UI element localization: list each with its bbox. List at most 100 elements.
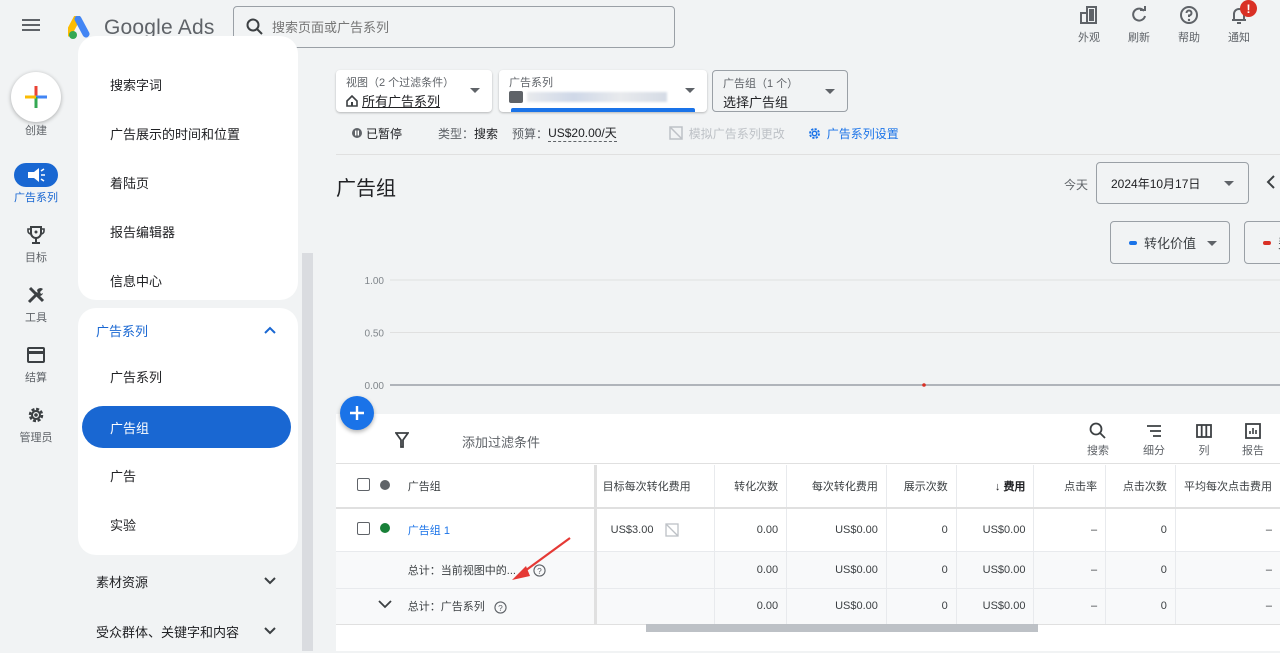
rail-item-admin[interactable]: 管理员 xyxy=(0,403,72,445)
nav-item-adgroups-active[interactable]: 广告组 xyxy=(82,406,291,448)
total-row-view: 总计：当前视图中的... ? 0.00 US$0.00 0 US$0.00 – … xyxy=(336,551,1280,589)
nav-section-assets[interactable]: 素材资源 xyxy=(78,559,298,603)
col-header-cost[interactable]: ↓ 费用 xyxy=(956,465,1035,509)
col-header-avg-cpc[interactable]: 平均每次点击费用 xyxy=(1175,465,1280,509)
rail-label-tools: 工具 xyxy=(25,312,47,324)
clicks-cell: 0 xyxy=(1105,551,1176,589)
create-button[interactable] xyxy=(11,72,61,122)
chevron-up-icon xyxy=(264,326,276,334)
table-horizontal-scrollbar[interactable] xyxy=(646,624,1038,632)
rail-item-billing[interactable]: 结算 xyxy=(0,343,72,385)
nav-scrollbar-thumb[interactable] xyxy=(302,253,313,651)
col-header-clicks[interactable]: 点击次数 xyxy=(1105,465,1176,509)
tool-label: 报告 xyxy=(1242,445,1264,457)
cost-per-conv-cell: US$0.00 xyxy=(786,588,887,625)
adgroup-table-card: 添加过滤条件 搜索 细分 列 报告 广告组 目标每次转化费用 转化次数 每次转化… xyxy=(336,414,1280,651)
main-content: 视图（2 个过滤条件） 所有广告系列 广告系列 广告组（1 个） 选择广告组 已… xyxy=(320,56,1280,651)
conversions-cell: 0.00 xyxy=(714,588,788,625)
rail-label-admin: 管理员 xyxy=(19,432,53,444)
campaign-status-row: 已暂停 类型： 搜索 预算： US$20.00/天 模拟广告系列更改 广告系列设… xyxy=(352,124,899,142)
columns-button[interactable]: 列 xyxy=(1184,422,1224,458)
nav-section-assets-label: 素材资源 xyxy=(96,574,149,590)
col-header-target-cpa[interactable]: 目标每次转化费用 xyxy=(595,465,716,509)
col-header-cost-per-conv[interactable]: 每次转化费用 xyxy=(786,465,887,509)
plus-icon xyxy=(350,406,364,420)
search-campaign-icon xyxy=(509,91,523,103)
campaign-selector[interactable]: 广告系列 xyxy=(499,70,707,112)
col-header-impressions[interactable]: 展示次数 xyxy=(886,465,957,509)
cost-per-conv-cell: US$0.00 xyxy=(786,508,887,552)
chevron-left-icon[interactable] xyxy=(1265,174,1277,190)
tools-icon xyxy=(27,286,45,304)
nav-item-report-editor[interactable]: 报告编辑器 xyxy=(78,209,298,253)
help-label: 帮助 xyxy=(1178,32,1200,44)
col-header-conversions[interactable]: 转化次数 xyxy=(714,465,788,509)
filter-icon[interactable] xyxy=(395,432,409,448)
row-checkbox[interactable] xyxy=(356,521,370,535)
segment-icon xyxy=(1147,425,1161,437)
help-icon xyxy=(1180,6,1198,24)
campaign-settings-link[interactable]: 广告系列设置 xyxy=(827,125,899,142)
nav-item-experiments[interactable]: 实验 xyxy=(78,502,298,546)
col-header-ctr[interactable]: 点击率 xyxy=(1033,465,1107,509)
status-enabled-icon[interactable] xyxy=(379,523,390,534)
menu-icon[interactable] xyxy=(22,16,50,40)
reports-button[interactable]: 报告 xyxy=(1233,422,1273,458)
nav-item-search-terms[interactable]: 搜索字词 xyxy=(78,62,298,106)
y-tick-label: 1.00 xyxy=(365,276,385,287)
columns-icon xyxy=(1196,424,1212,438)
impressions-cell: 0 xyxy=(886,551,957,589)
nav-item-landing-pages[interactable]: 着陆页 xyxy=(78,160,298,204)
adgroup-selector[interactable]: 广告组（1 个） 选择广告组 xyxy=(712,70,848,112)
nav-section-campaigns[interactable]: 广告系列 xyxy=(78,308,298,352)
notifications-button[interactable]: ! 通知 xyxy=(1214,0,1264,45)
nav-item-campaigns[interactable]: 广告系列 xyxy=(78,354,298,398)
nav-item-dashboards[interactable]: 信息中心 xyxy=(78,258,298,302)
report-icon xyxy=(1245,423,1261,439)
clicks-cell: 0 xyxy=(1105,588,1176,625)
appearance-label: 外观 xyxy=(1078,32,1100,44)
today-label: 今天 xyxy=(1064,178,1089,192)
nav-item-when-where[interactable]: 广告展示的时间和位置 xyxy=(78,111,298,155)
select-all-checkbox[interactable] xyxy=(356,478,370,491)
tool-label: 列 xyxy=(1198,445,1210,457)
col-header-adgroup[interactable]: 广告组 xyxy=(399,465,597,509)
view-selector[interactable]: 视图（2 个过滤条件） 所有广告系列 xyxy=(336,70,492,112)
add-adgroup-fab[interactable] xyxy=(340,396,374,430)
add-filter-input[interactable]: 添加过滤条件 xyxy=(462,432,540,451)
data-point[interactable] xyxy=(922,383,926,387)
search-input[interactable] xyxy=(272,19,652,35)
simulate-button[interactable]: 模拟广告系列更改 xyxy=(689,125,785,142)
nav-section-audiences[interactable]: 受众群体、关键字和内容 xyxy=(78,609,298,653)
status-column-icon[interactable] xyxy=(379,479,390,490)
notifications-label: 通知 xyxy=(1228,32,1250,44)
help-button[interactable]: 帮助 xyxy=(1164,4,1214,45)
target-cpa-cell xyxy=(595,551,716,589)
rail-item-goals[interactable]: 目标 xyxy=(0,223,72,265)
appearance-button[interactable]: 外观 xyxy=(1064,4,1114,45)
segment-button[interactable]: 细分 xyxy=(1134,422,1174,458)
filter-bar: 添加过滤条件 搜索 细分 列 报告 xyxy=(336,414,1280,464)
navigation-panel: 搜索字词 广告展示的时间和位置 着陆页 报告编辑器 信息中心 广告系列 广告系列… xyxy=(78,36,298,653)
total-row-campaign: 总计：广告系列 ? 0.00 US$0.00 0 US$0.00 – 0 – xyxy=(336,588,1280,625)
gear-icon xyxy=(28,407,44,423)
metric-selector-cost[interactable]: 费 xyxy=(1244,221,1280,264)
budget-value[interactable]: US$20.00/天 xyxy=(548,124,617,142)
date-range-picker[interactable]: 2024年10月17日 xyxy=(1096,162,1249,204)
adgroup-value: 选择广告组 xyxy=(723,95,789,110)
paused-icon xyxy=(352,128,362,138)
simulate-icon xyxy=(664,523,679,537)
rail-item-tools[interactable]: 工具 xyxy=(0,283,72,325)
search-box[interactable] xyxy=(233,6,675,48)
table-search-button[interactable]: 搜索 xyxy=(1078,422,1118,458)
help-icon[interactable]: ? xyxy=(494,600,507,614)
refresh-button[interactable]: 刷新 xyxy=(1114,4,1164,45)
target-cpa-value[interactable]: US$3.00 xyxy=(611,524,654,536)
chevron-down-icon[interactable] xyxy=(378,600,392,609)
adgroup-name-link[interactable]: 广告组 1 xyxy=(408,525,450,537)
metric-selector-conversion-value[interactable]: 转化价值 xyxy=(1110,221,1230,264)
rail-item-campaigns[interactable]: 广告系列 xyxy=(0,163,72,205)
nav-item-ads[interactable]: 广告 xyxy=(78,453,298,497)
avg-cpc-cell: – xyxy=(1175,588,1280,625)
caret-down-icon xyxy=(685,88,695,93)
